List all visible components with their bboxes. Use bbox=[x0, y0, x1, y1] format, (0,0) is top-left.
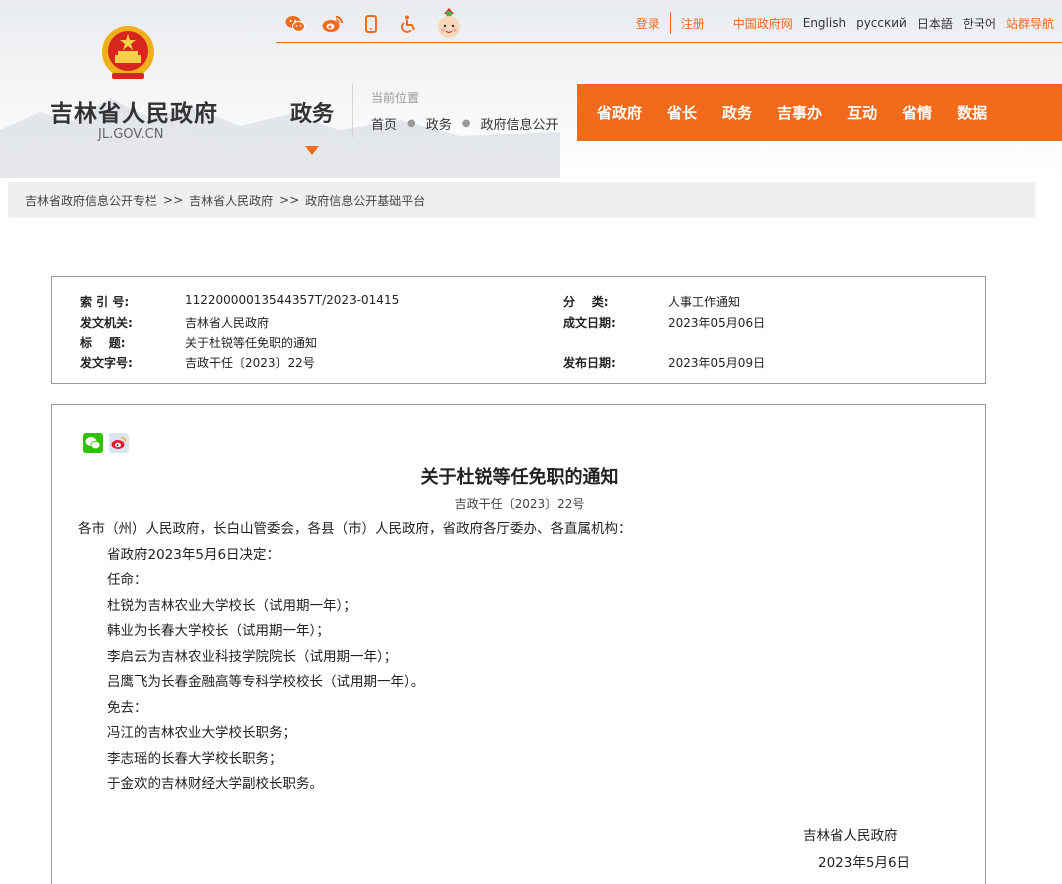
article-signature: 吉林省人民政府 bbox=[803, 828, 898, 844]
mobile-icon[interactable] bbox=[360, 13, 382, 35]
article-paragraph: 任命： bbox=[107, 572, 148, 588]
published-date-label: 发布日期: bbox=[563, 356, 616, 370]
nav-item-provincial-gov[interactable]: 省政府 bbox=[597, 102, 642, 123]
main-nav: 省政府 省长 政务 吉事办 互动 省情 数据 bbox=[577, 84, 1062, 141]
nav-item-affairs[interactable]: 政务 bbox=[722, 102, 752, 123]
issuer-value: 吉林省人民政府 bbox=[185, 316, 270, 330]
breadcrumb-separator: >> bbox=[163, 193, 184, 207]
index-value: 11220000013544357T/2023-01415 bbox=[185, 293, 400, 307]
section-arrow-icon bbox=[305, 146, 319, 155]
gov-cn-link[interactable]: 中国政府网 bbox=[733, 15, 793, 32]
breadcrumb: 吉林省政府信息公开专栏 >> 吉林省人民政府 >> 政府信息公开基础平台 bbox=[8, 182, 1035, 218]
breadcrumb-separator: >> bbox=[279, 193, 300, 207]
site-nav-link[interactable]: 站群导航 bbox=[1006, 15, 1054, 32]
wechat-icon[interactable] bbox=[284, 13, 306, 35]
breadcrumb-item[interactable]: 政府信息公开基础平台 bbox=[305, 192, 425, 209]
register-link[interactable]: 注册 bbox=[681, 15, 705, 32]
category-label: 分 类: bbox=[563, 295, 609, 309]
dot-separator: ● bbox=[461, 118, 471, 129]
article-paragraph: 冯江的吉林农业大学校长职务； bbox=[107, 725, 296, 741]
nav-item-province-info[interactable]: 省情 bbox=[902, 102, 932, 123]
share-wechat-icon[interactable] bbox=[83, 433, 103, 453]
location-link-affairs[interactable]: 政务 bbox=[426, 114, 452, 133]
article-paragraph: 李启云为吉林农业科技学院院长（试用期一年）； bbox=[107, 648, 398, 665]
article-paragraph: 杜锐为吉林农业大学校长（试用期一年）； bbox=[107, 597, 357, 614]
title-value: 关于杜锐等任免职的通知 bbox=[185, 336, 318, 350]
article-body: 各市（州）人民政府，长白山管委会，各县（市）人民政府，省政府各厅委办、各直属机构… bbox=[78, 517, 632, 798]
article-doc-number: 吉政干任〔2023〕22号 bbox=[454, 497, 585, 511]
article-paragraph: 吕鹰飞为长春金融高等专科学校校长（试用期一年）。 bbox=[107, 674, 425, 690]
japanese-link[interactable]: 日本語 bbox=[917, 15, 953, 32]
nav-item-services[interactable]: 吉事办 bbox=[777, 102, 822, 123]
login-link[interactable]: 登录 bbox=[636, 15, 660, 32]
site-header: 吉林省人民政府 JL.GOV.CN 政务 当前位置 首页 ● 政务 ● 政府信息… bbox=[0, 0, 1062, 178]
article-paragraph: 韩业为长春大学校长（试用期一年）； bbox=[107, 623, 330, 639]
accessibility-icon[interactable] bbox=[398, 13, 420, 35]
article-sign-date: 2023年5月6日 bbox=[818, 855, 911, 871]
location-link-home[interactable]: 首页 bbox=[371, 114, 397, 133]
national-emblem-icon bbox=[102, 26, 154, 79]
divider bbox=[669, 12, 671, 34]
article-paragraph: 李志瑶的长春大学校长职务； bbox=[107, 750, 283, 767]
share-weibo-icon[interactable] bbox=[109, 433, 129, 453]
doc-number-label: 发文字号: bbox=[80, 356, 133, 370]
article-paragraph: 省政府2023年5月6日决定： bbox=[107, 546, 281, 563]
nav-item-interaction[interactable]: 互动 bbox=[847, 102, 877, 123]
created-date-value: 2023年05月06日 bbox=[668, 316, 766, 330]
location-label: 当前位置 bbox=[371, 91, 420, 105]
breadcrumb-item[interactable]: 吉林省政府信息公开专栏 bbox=[25, 192, 157, 209]
site-title[interactable]: 吉林省人民政府 bbox=[50, 94, 218, 128]
section-title: 政务 bbox=[290, 102, 335, 127]
english-link[interactable]: English bbox=[803, 16, 846, 30]
location-link-disclosure[interactable]: 政府信息公开 bbox=[481, 114, 559, 133]
site-domain: JL.GOV.CN bbox=[98, 127, 164, 142]
divider bbox=[352, 84, 353, 138]
breadcrumb-item[interactable]: 吉林省人民政府 bbox=[189, 192, 273, 209]
top-divider bbox=[276, 42, 1062, 43]
category-value: 人事工作通知 bbox=[668, 295, 741, 309]
created-date-label: 成文日期: bbox=[563, 316, 616, 330]
location-breadcrumb: 首页 ● 政务 ● 政府信息公开 bbox=[371, 114, 559, 133]
document-meta-box: 索 引 号: 11220000013544357T/2023-01415 分 类… bbox=[51, 276, 986, 384]
top-links: 登录 注册 中国政府网 English русский 日本語 한국어 站群导航 bbox=[626, 12, 1054, 34]
article-paragraph: 于金欢的吉林财经大学副校长职务。 bbox=[107, 776, 323, 792]
russian-link[interactable]: русский bbox=[856, 16, 907, 30]
published-date-value: 2023年05月09日 bbox=[668, 356, 766, 370]
doc-number-value: 吉政干任〔2023〕22号 bbox=[185, 356, 315, 370]
weibo-icon[interactable] bbox=[322, 13, 344, 35]
share-bar bbox=[83, 433, 129, 453]
nav-item-data[interactable]: 数据 bbox=[957, 102, 987, 123]
article-title: 关于杜锐等任免职的通知 bbox=[420, 467, 619, 488]
mascot-icon[interactable] bbox=[436, 8, 462, 40]
dot-separator: ● bbox=[407, 118, 416, 129]
issuer-label: 发文机关: bbox=[80, 316, 133, 330]
nav-item-governor[interactable]: 省长 bbox=[667, 102, 697, 123]
article-salutation: 各市（州）人民政府，长白山管委会，各县（市）人民政府，省政府各厅委办、各直属机构… bbox=[78, 521, 632, 537]
title-label: 标 题: bbox=[80, 336, 126, 350]
korean-link[interactable]: 한국어 bbox=[963, 15, 996, 32]
article-box: 关于杜锐等任免职的通知 吉政干任〔2023〕22号 各市（州）人民政府，长白山管… bbox=[51, 404, 986, 884]
article-paragraph: 免去： bbox=[107, 699, 148, 716]
index-label: 索 引 号: bbox=[80, 295, 130, 309]
social-icon-bar bbox=[284, 8, 462, 40]
